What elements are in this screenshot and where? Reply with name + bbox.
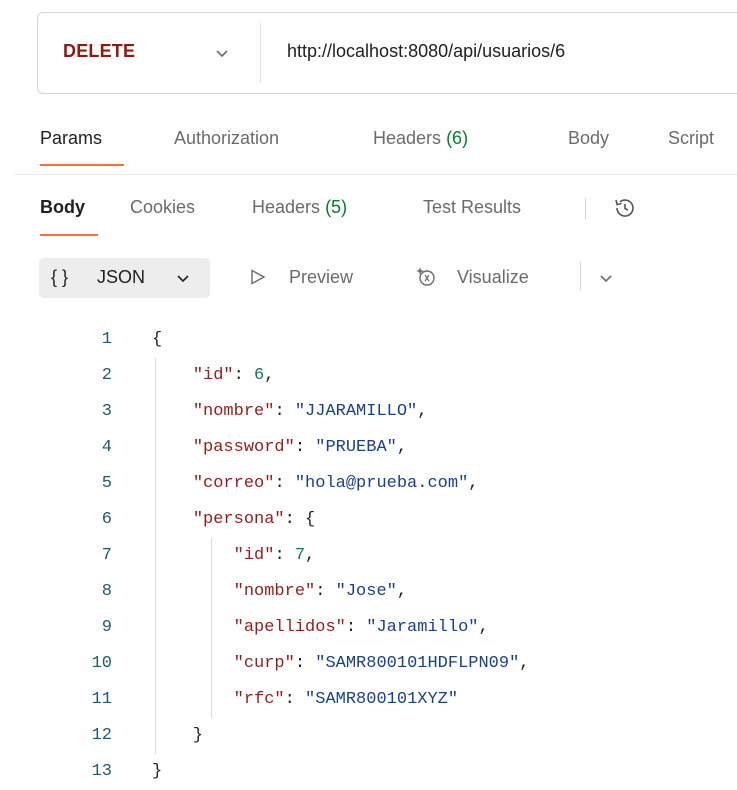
active-tab-indicator	[40, 234, 98, 236]
code-text: "rfc": "SAMR800101XYZ"	[233, 690, 459, 709]
line-number: 8	[101, 582, 112, 601]
line-number: 7	[101, 546, 112, 565]
line-number: 3	[101, 402, 112, 421]
code-line: 13}	[0, 754, 737, 790]
code-text: "id": 6,	[192, 366, 275, 385]
code-text: "password": "PRUEBA",	[192, 438, 408, 457]
line-number: 11	[91, 690, 112, 709]
code-line: 9 "apellidos": "Jaramillo",	[0, 610, 737, 646]
line-number: 13	[91, 762, 112, 781]
divider	[580, 262, 581, 290]
code-line: 7 "id": 7,	[0, 538, 737, 574]
response-headers-count: (5)	[325, 197, 348, 217]
chevron-down-icon[interactable]	[214, 45, 230, 61]
tab-response-body[interactable]: Body	[40, 197, 85, 218]
code-text: "apellidos": "Jaramillo",	[233, 618, 489, 637]
method-selector[interactable]: DELETE	[63, 41, 135, 62]
url-input[interactable]: http://localhost:8080/api/usuarios/6	[287, 41, 565, 62]
code-line: 6 "persona": {	[0, 502, 737, 538]
line-number: 6	[101, 510, 112, 529]
history-icon[interactable]	[612, 195, 638, 221]
code-line: 1{	[0, 322, 737, 358]
headers-count: (6)	[446, 128, 469, 148]
code-line: 10 "curp": "SAMR800101HDFLPN09",	[0, 646, 737, 682]
code-text: "correo": "hola@prueba.com",	[192, 474, 479, 493]
code-line: 2 "id": 6,	[0, 358, 737, 394]
line-number: 12	[91, 726, 112, 745]
tab-response-headers[interactable]: Headers (5)	[252, 197, 347, 218]
code-line: 8 "nombre": "Jose",	[0, 574, 737, 610]
response-editor[interactable]: 1{2 "id": 6, 3 "nombre": "JJARAMILLO", 4 "…	[0, 322, 737, 781]
code-line: 3 "nombre": "JJARAMILLO",	[0, 394, 737, 430]
format-label: JSON	[97, 267, 146, 287]
code-line: 12 }	[0, 718, 737, 754]
tab-response-headers-label: Headers	[252, 197, 321, 217]
line-number: 4	[101, 438, 112, 457]
code-text: }	[152, 762, 163, 781]
tab-body[interactable]: Body	[568, 128, 609, 149]
divider	[15, 174, 737, 175]
active-tab-indicator	[40, 164, 124, 166]
line-number: 10	[91, 654, 112, 673]
tab-authorization[interactable]: Authorization	[174, 128, 279, 149]
code-line: 11 "rfc": "SAMR800101XYZ"	[0, 682, 737, 718]
code-text: {	[152, 330, 163, 349]
tab-scripts[interactable]: Script	[668, 128, 714, 149]
tab-test-results[interactable]: Test Results	[423, 197, 521, 218]
code-text: "nombre": "Jose",	[233, 582, 408, 601]
line-number: 1	[101, 330, 112, 349]
line-number: 2	[101, 366, 112, 385]
code-text: }	[192, 726, 204, 745]
braces-icon: { }	[51, 267, 69, 287]
code-line: 4 "password": "PRUEBA",	[0, 430, 737, 466]
preview-button[interactable]: Preview	[289, 267, 353, 288]
visualize-sparkle-icon	[416, 267, 435, 286]
code-text: "id": 7,	[233, 546, 316, 565]
format-selector[interactable]: { } JSON	[39, 258, 210, 298]
line-number: 5	[101, 474, 112, 493]
tab-headers[interactable]: Headers (6)	[373, 128, 468, 149]
chevron-down-icon[interactable]	[598, 270, 614, 286]
chevron-down-icon	[177, 275, 189, 283]
divider	[585, 198, 586, 220]
code-text: "nombre": "JJARAMILLO",	[192, 402, 428, 421]
divider	[260, 23, 261, 83]
tab-headers-label: Headers	[373, 128, 442, 148]
play-outline-icon	[251, 269, 266, 285]
request-bar: DELETE http://localhost:8080/api/usuario…	[37, 12, 737, 94]
code-text: "persona": {	[192, 510, 316, 529]
line-number: 9	[101, 618, 112, 637]
visualize-button[interactable]: Visualize	[457, 267, 529, 288]
tab-params[interactable]: Params	[40, 128, 102, 149]
tab-cookies[interactable]: Cookies	[130, 197, 195, 218]
code-text: "curp": "SAMR800101HDFLPN09",	[233, 654, 530, 673]
code-line: 5 "correo": "hola@prueba.com",	[0, 466, 737, 502]
